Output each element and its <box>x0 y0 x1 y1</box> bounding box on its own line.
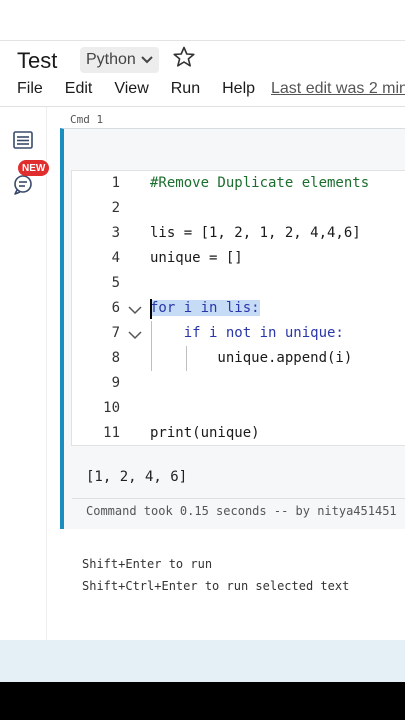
language-label: Python <box>86 51 136 68</box>
line-number: 4 <box>111 250 120 266</box>
line-number: 8 <box>111 350 120 366</box>
run-hints: Shift+Enter to run Shift+Ctrl+Enter to r… <box>82 557 349 601</box>
hint-run-selected: Shift+Ctrl+Enter to run selected text <box>82 579 350 593</box>
hint-run: Shift+Enter to run <box>82 557 213 571</box>
menu-help[interactable]: Help <box>222 80 255 98</box>
left-rail <box>0 107 47 640</box>
header-divider <box>0 106 405 107</box>
language-selector[interactable]: Python <box>80 47 159 73</box>
menu-view[interactable]: View <box>114 80 148 98</box>
favorite-star-icon[interactable] <box>172 45 196 69</box>
cell-label: Cmd 1 <box>70 113 104 126</box>
table-of-contents-icon[interactable] <box>12 129 34 151</box>
line-number: 5 <box>111 275 120 291</box>
line-number: 9 <box>111 375 120 391</box>
selected-text: for i in lis: <box>150 300 260 316</box>
output-divider <box>72 498 405 499</box>
menu-bar: File Edit View Run Help <box>17 80 277 98</box>
code-line[interactable]: print(unique) <box>150 425 260 441</box>
indent-guide <box>186 346 187 371</box>
line-number: 1 <box>111 175 120 191</box>
footer-band <box>0 640 405 682</box>
code-line[interactable]: if i not in unique: <box>150 325 344 341</box>
line-number: 7 <box>111 325 120 341</box>
last-edit-link[interactable]: Last edit was 2 min <box>271 80 405 98</box>
chevron-down-icon <box>141 56 153 64</box>
cell-output: [1, 2, 4, 6] <box>86 469 188 485</box>
menu-file[interactable]: File <box>17 80 43 98</box>
fold-chevron-icon[interactable] <box>128 330 142 340</box>
code-line[interactable]: unique.append(i) <box>150 350 352 366</box>
text-cursor <box>150 299 152 319</box>
code-line-selected[interactable]: for i in lis: <box>150 300 260 316</box>
menu-run[interactable]: Run <box>171 80 200 98</box>
fold-chevron-icon[interactable] <box>128 305 142 315</box>
code-line[interactable]: unique = [] <box>150 250 243 266</box>
new-badge: NEW <box>18 160 50 176</box>
top-band <box>0 0 405 41</box>
comments-icon[interactable] <box>12 173 34 195</box>
code-line[interactable]: lis = [1, 2, 1, 2, 4,4,6] <box>150 225 361 241</box>
indent-guide <box>151 321 152 371</box>
line-number: 10 <box>103 400 120 416</box>
menu-edit[interactable]: Edit <box>65 80 93 98</box>
line-number: 6 <box>111 300 120 316</box>
code-editor[interactable]: 1 #Remove Duplicate elements 2 3 lis = [… <box>71 170 405 446</box>
line-number: 11 <box>103 425 120 441</box>
line-number: 3 <box>111 225 120 241</box>
notebook-screen: Test Python File Edit View Run Help Last… <box>0 0 405 682</box>
command-status: Command took 0.15 seconds -- by nitya451… <box>86 504 397 518</box>
line-number: 2 <box>111 200 120 216</box>
code-line[interactable]: #Remove Duplicate elements <box>150 175 369 191</box>
notebook-title[interactable]: Test <box>17 48 57 74</box>
